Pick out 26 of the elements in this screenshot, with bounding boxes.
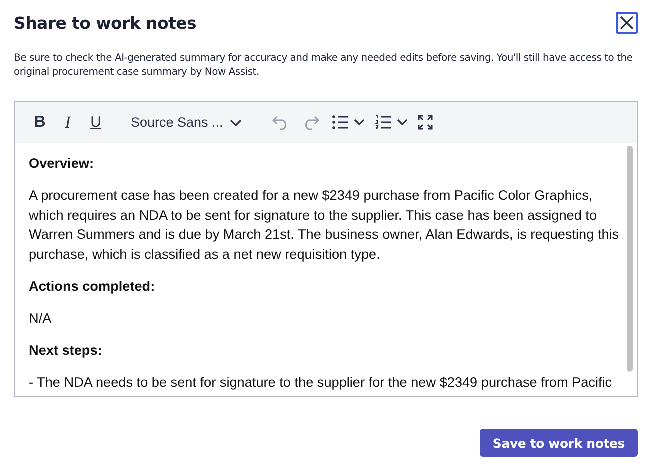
fullscreen-button[interactable]	[418, 115, 434, 130]
section-heading: Actions completed:	[29, 278, 156, 296]
paragraph-text: A procurement case has been created for a new $2349 purchase from Pacific Color Graphics, which requires an NDA to be sent for signature to the supplier. This case has been assigned to Warren Summers and is due by March 21st. The business owner, Alan Edwards, is requesting this purchase, which is classified as a net new requisition type.	[29, 187, 620, 264]
underline-button[interactable]: U	[89, 114, 103, 131]
numbered-list-button[interactable]	[375, 115, 408, 130]
caret-icon	[230, 118, 242, 126]
section-heading: Overview:	[29, 155, 95, 173]
bold-button[interactable]: B	[31, 114, 49, 132]
bulleted-list-icon	[332, 115, 350, 130]
numbered-list-icon	[375, 115, 392, 130]
description-text: Be sure to check the AI-generated summary for accuracy and make any needed edits before saving. You'll still have access to the original procurement case summary by Now Assist.	[14, 52, 634, 80]
section-heading: Next steps:	[29, 342, 104, 360]
close-icon	[619, 15, 635, 31]
paragraph-text: - The NDA needs to be sent for signature to the supplier for the new $2349 purchase from Pacific	[29, 374, 614, 392]
text-editor[interactable]	[14, 101, 638, 397]
paragraph-text: N/A	[29, 310, 53, 328]
caret-icon	[397, 119, 408, 126]
caret-icon	[354, 119, 366, 126]
scrollbar-thumb[interactable]	[627, 146, 633, 372]
bulleted-list-button[interactable]	[332, 115, 366, 130]
font-dropdown[interactable]: Source Sans ...	[131, 115, 242, 130]
expand-icon	[418, 115, 434, 130]
close-button[interactable]	[616, 12, 638, 34]
save-button[interactable]: Save to work notes	[480, 429, 638, 457]
italic-button[interactable]: I	[61, 112, 75, 132]
dialog-title: Share to work notes	[14, 14, 197, 32]
